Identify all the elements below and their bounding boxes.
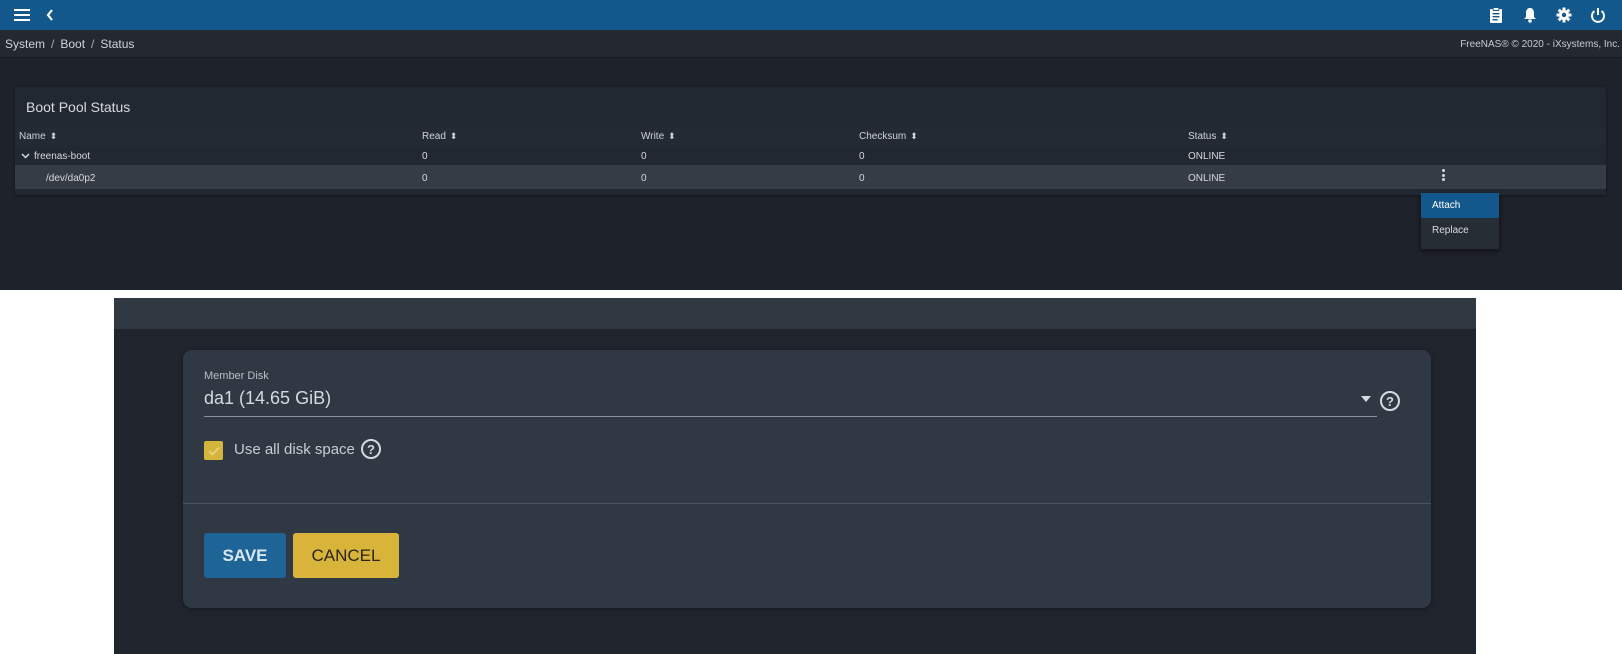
column-header-write[interactable]: Write ⬍ xyxy=(641,131,676,142)
table-row[interactable]: /dev/da0p2 0 0 0 ONLINE xyxy=(15,165,1606,189)
bell-icon[interactable] xyxy=(1519,4,1541,26)
member-disk-select[interactable]: da1 (14.65 GiB) xyxy=(204,388,331,409)
cell-write: 0 xyxy=(641,173,647,184)
boot-pool-status-card: Boot Pool Status Name ⬍ Read ⬍ Write ⬍ Chec… xyxy=(15,87,1606,195)
gear-icon[interactable] xyxy=(1553,4,1575,26)
header-strip xyxy=(114,298,1476,329)
cell-read: 0 xyxy=(422,151,428,162)
sort-icon: ⬍ xyxy=(1220,131,1228,141)
member-disk-label: Member Disk xyxy=(204,370,269,382)
sort-icon: ⬍ xyxy=(449,131,458,141)
more-options-icon[interactable] xyxy=(1438,168,1448,182)
attach-disk-screen: Member Disk da1 (14.65 GiB) ? Use all di… xyxy=(114,298,1476,654)
column-header-status[interactable]: Status ⬍ xyxy=(1188,131,1228,142)
divider xyxy=(183,503,1431,504)
expand-chevron-icon[interactable] xyxy=(21,151,30,162)
dropdown-arrow-icon[interactable] xyxy=(1361,396,1371,402)
top-toolbar xyxy=(0,0,1622,30)
menu-item-attach[interactable]: Attach xyxy=(1421,193,1499,218)
use-all-disk-space-label[interactable]: Use all disk space xyxy=(234,441,355,458)
sort-icon: ⬍ xyxy=(910,131,918,141)
column-header-checksum[interactable]: Checksum ⬍ xyxy=(859,131,918,142)
row-actions-menu: Attach Replace xyxy=(1421,193,1499,249)
table-header: Name ⬍ Read ⬍ Write ⬍ Checksum ⬍ Status ⬍ xyxy=(15,128,1606,146)
back-chevron-icon[interactable] xyxy=(39,4,61,26)
breadcrumb-status: Status xyxy=(100,37,135,51)
breadcrumb-separator: / xyxy=(51,37,55,51)
power-icon[interactable] xyxy=(1587,4,1609,26)
select-underline xyxy=(204,416,1377,417)
breadcrumb-separator: / xyxy=(91,37,95,51)
use-all-disk-space-checkbox[interactable] xyxy=(204,441,223,460)
breadcrumb-boot[interactable]: Boot xyxy=(60,37,85,51)
help-icon[interactable]: ? xyxy=(1380,391,1400,411)
clipboard-icon[interactable] xyxy=(1485,4,1507,26)
cell-status: ONLINE xyxy=(1188,173,1226,184)
help-icon[interactable]: ? xyxy=(361,439,381,459)
attach-form-card: Member Disk da1 (14.65 GiB) ? Use all di… xyxy=(183,350,1431,608)
cell-checksum: 0 xyxy=(859,173,865,184)
cell-status: ONLINE xyxy=(1188,151,1226,162)
breadcrumb-bar: System / Boot / Status FreeNAS® © 2020 - iXs… xyxy=(0,30,1622,58)
save-button[interactable]: SAVE xyxy=(204,533,286,578)
copyright-text: FreeNAS® © 2020 - iXsystems, Inc. xyxy=(1460,39,1620,50)
cell-name: /dev/da0p2 xyxy=(46,173,96,184)
cell-write: 0 xyxy=(641,151,647,162)
breadcrumb: System / Boot / Status xyxy=(5,37,134,51)
cell-read: 0 xyxy=(422,173,428,184)
sort-icon: ⬍ xyxy=(49,131,58,141)
menu-item-replace[interactable]: Replace xyxy=(1421,218,1499,243)
menu-icon[interactable] xyxy=(11,4,33,26)
cell-name: freenas-boot xyxy=(34,151,91,162)
breadcrumb-system[interactable]: System xyxy=(5,37,45,51)
cell-checksum: 0 xyxy=(859,151,865,162)
column-header-name[interactable]: Name ⬍ xyxy=(19,131,57,142)
boot-status-screen: System / Boot / Status FreeNAS® © 2020 - iXs… xyxy=(0,0,1622,290)
checkmark-icon xyxy=(207,446,220,456)
sort-icon: ⬍ xyxy=(668,131,676,141)
card-title: Boot Pool Status xyxy=(26,99,131,115)
cancel-button[interactable]: CANCEL xyxy=(293,533,399,578)
column-header-read[interactable]: Read ⬍ xyxy=(422,131,457,142)
